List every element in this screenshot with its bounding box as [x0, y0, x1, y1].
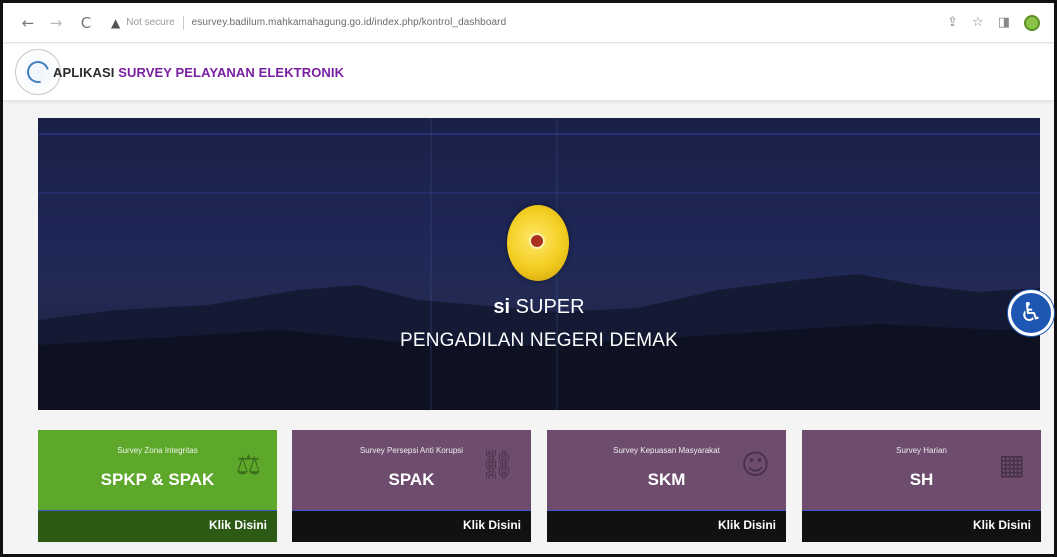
card-subtitle: Survey Harian: [896, 446, 947, 455]
logo-emblem-icon: [22, 56, 54, 88]
card-divider: [547, 510, 786, 511]
card-title: SPKP & SPAK: [100, 470, 215, 489]
app-title-accent: SURVEY PELAYANAN ELEKTRONIK: [118, 64, 345, 80]
card-link[interactable]: Klik Disini: [973, 518, 1031, 532]
card-title: SPAK: [388, 470, 435, 489]
app-title[interactable]: APLIKASI SURVEY PELAYANAN ELEKTRONIK: [53, 65, 344, 80]
survey-card-skm[interactable]: ☺ Survey Kepuasan Masyarakat SKM Klik Di…: [547, 430, 786, 542]
reload-icon[interactable]: C: [75, 12, 97, 34]
survey-card-sh[interactable]: ▦ Survey Harian SH Klik Disini: [802, 430, 1041, 542]
star-icon[interactable]: ☆: [972, 15, 984, 30]
accessibility-button[interactable]: ♿: [1008, 290, 1054, 336]
court-emblem-icon: [507, 205, 569, 281]
card-subtitle: Survey Kepuasan Masyarakat: [613, 446, 720, 455]
hero-banner: si SUPER PENGADILAN NEGERI DEMAK: [38, 118, 1040, 410]
forward-arrow-icon[interactable]: →: [45, 12, 67, 34]
card-divider: [38, 510, 277, 511]
app-title-prefix: APLIKASI: [53, 64, 119, 80]
sidepanel-icon[interactable]: ◨: [998, 15, 1010, 30]
hero-title-bold: si: [493, 296, 511, 318]
card-subtitle: Survey Zona Integritas: [117, 446, 198, 455]
wheelchair-icon: ♿: [1019, 298, 1043, 328]
toolbar-actions: ⇪ ☆ ◨: [947, 14, 1040, 31]
back-arrow-icon[interactable]: ←: [17, 12, 39, 34]
survey-card-spkp-spak[interactable]: ⚖ Survey Zona Integritas SPKP & SPAK Kli…: [38, 430, 277, 542]
survey-card-spak[interactable]: ⛓ Survey Persepsi Anti Korupsi SPAK Klik…: [292, 430, 531, 542]
hero-subtitle: PENGADILAN NEGERI DEMAK: [399, 330, 679, 351]
card-link[interactable]: Klik Disini: [209, 518, 267, 532]
card-link[interactable]: Klik Disini: [463, 518, 521, 532]
warning-icon[interactable]: ▲: [111, 16, 120, 30]
not-secure-label[interactable]: Not secure: [126, 17, 174, 28]
card-link[interactable]: Klik Disini: [718, 518, 776, 532]
card-divider: [802, 510, 1041, 511]
card-title: SKM: [647, 470, 686, 489]
card-subtitle: Survey Persepsi Anti Korupsi: [359, 446, 464, 455]
card-title: SH: [909, 470, 934, 489]
card-divider: [292, 510, 531, 511]
emblem-center: [529, 233, 545, 249]
address-bar-url[interactable]: esurvey.badilum.mahkamahagung.go.id/inde…: [192, 17, 507, 28]
browser-toolbar: ← → C ▲ Not secure esurvey.badilum.mahka…: [3, 3, 1054, 43]
profile-avatar[interactable]: [1024, 14, 1040, 31]
share-icon[interactable]: ⇪: [947, 15, 958, 30]
address-divider: [182, 15, 184, 30]
hero-title-rest: SUPER: [510, 296, 585, 318]
app-header: APLIKASI SURVEY PELAYANAN ELEKTRONIK: [3, 44, 1054, 100]
hero-title: si SUPER: [38, 296, 1040, 319]
